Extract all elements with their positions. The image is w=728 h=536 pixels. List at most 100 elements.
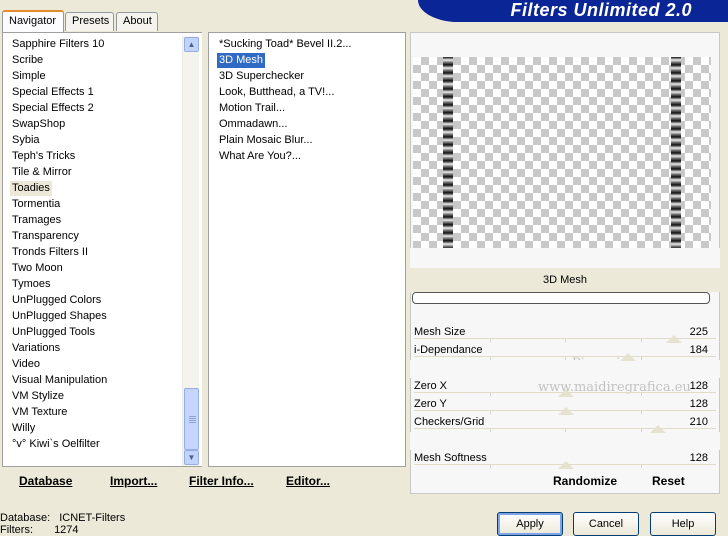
category-item[interactable]: Special Effects 1 — [10, 85, 96, 100]
slider-tick — [640, 429, 642, 432]
parameter-spacer — [410, 360, 720, 378]
help-button[interactable]: Help — [650, 512, 716, 536]
category-item[interactable]: Willy — [10, 421, 37, 436]
category-list: Sapphire Filters 10 Scribe Simple Special E… — [2, 32, 202, 467]
param-row[interactable]: i-Dependance 184 — [410, 342, 720, 361]
category-item[interactable]: Simple — [10, 69, 48, 84]
category-item[interactable]: Video — [10, 357, 42, 372]
category-item[interactable]: Variations — [10, 341, 62, 356]
status-database: Database: ICNET-Filters — [0, 512, 125, 524]
param-row[interactable]: Zero X 128 — [410, 378, 720, 397]
param-row[interactable]: Mesh Size 225 — [410, 324, 720, 343]
preview-image — [413, 57, 711, 248]
param-label: Zero X — [414, 380, 448, 392]
tab-about[interactable]: About — [116, 12, 158, 31]
tab-navigator[interactable]: Navigator — [2, 10, 64, 32]
param-row[interactable]: Zero Y 128 — [410, 396, 720, 415]
param-slider-thumb[interactable] — [649, 425, 666, 433]
editor-button[interactable]: Editor... — [286, 474, 330, 488]
category-item[interactable]: VM Stylize — [10, 389, 66, 404]
param-value: 210 — [689, 416, 708, 428]
import-button[interactable]: Import... — [110, 474, 157, 488]
category-item[interactable]: Special Effects 2 — [10, 101, 96, 116]
category-item[interactable]: Two Moon — [10, 261, 65, 276]
param-row[interactable]: Checkers/Grid 210 — [410, 414, 720, 433]
category-item[interactable]: °v° Kiwi`s Oelfilter — [10, 437, 102, 452]
category-item[interactable]: Teph's Tricks — [10, 149, 77, 164]
database-button[interactable]: Database — [19, 474, 72, 488]
filter-info-button[interactable]: Filter Info... — [189, 474, 254, 488]
apply-button[interactable]: Apply — [497, 512, 563, 536]
status-database-label: Database: — [0, 512, 51, 524]
category-item[interactable]: Toadies — [10, 181, 52, 196]
slider-tick — [489, 357, 491, 360]
param-value: 225 — [689, 326, 708, 338]
category-item[interactable]: SwapShop — [10, 117, 67, 132]
randomize-button[interactable]: Randomize — [553, 474, 617, 488]
slider-tick — [640, 465, 642, 468]
filter-name-label: 3D Mesh — [410, 268, 720, 292]
status-filters-label: Filters: — [0, 524, 33, 536]
category-item[interactable]: Sybia — [10, 133, 42, 148]
category-item[interactable]: UnPlugged Tools — [10, 325, 97, 340]
param-label: Mesh Size — [414, 326, 466, 338]
app-title: Filters Unlimited 2.0 — [510, 0, 692, 20]
cancel-button[interactable]: Cancel — [573, 512, 639, 536]
param-label: Zero Y — [414, 398, 447, 410]
filter-item[interactable]: Look, Butthead, a TV!... — [217, 85, 336, 100]
param-label: Checkers/Grid — [414, 416, 485, 428]
filter-item[interactable]: Plain Mosaic Blur... — [217, 133, 315, 148]
mesh-bar-right — [671, 57, 681, 248]
category-item[interactable]: VM Texture — [10, 405, 69, 420]
category-item[interactable]: Transparency — [10, 229, 81, 244]
parameter-spacer — [410, 432, 720, 450]
category-item[interactable]: Sapphire Filters 10 — [10, 37, 106, 52]
scroll-thumb[interactable] — [184, 388, 199, 450]
preview-strip — [410, 248, 720, 268]
title-banner: Filters Unlimited 2.0 — [418, 0, 728, 22]
reset-button[interactable]: Reset — [652, 474, 685, 488]
param-slider-track[interactable] — [414, 353, 716, 361]
slider-tick — [489, 465, 491, 468]
param-value: 128 — [689, 398, 708, 410]
category-item[interactable]: Tronds Filters II — [10, 245, 90, 260]
param-slider-track[interactable] — [414, 425, 716, 433]
param-value: 184 — [689, 344, 708, 356]
category-item[interactable]: UnPlugged Colors — [10, 293, 103, 308]
param-value: 128 — [689, 380, 708, 392]
filter-item[interactable]: Ommadawn... — [217, 117, 289, 132]
filter-list: *Sucking Toad* Bevel II.2... 3D Mesh 3D Su… — [208, 32, 406, 467]
category-item[interactable]: Tile & Mirror — [10, 165, 73, 180]
scroll-down-button[interactable]: ▼ — [184, 450, 199, 465]
param-label: i-Dependance — [414, 344, 483, 356]
slider-tick — [565, 429, 566, 432]
status-filters: Filters: 1274 — [0, 524, 79, 536]
progress-bar — [412, 292, 710, 304]
category-item[interactable]: Visual Manipulation — [10, 373, 109, 388]
param-row[interactable]: Mesh Softness 128 — [410, 450, 720, 469]
category-item[interactable]: Tormentia — [10, 197, 62, 212]
param-label: Mesh Softness — [414, 452, 487, 464]
param-slider-thumb[interactable] — [557, 461, 574, 469]
category-scrollbar[interactable]: ▲ ▼ — [182, 36, 199, 466]
category-item[interactable]: Tymoes — [10, 277, 53, 292]
status-database-value: ICNET-Filters — [59, 512, 126, 524]
scroll-up-button[interactable]: ▲ — [184, 37, 199, 52]
mesh-bar-left — [443, 57, 453, 248]
filter-item[interactable]: 3D Mesh — [217, 53, 266, 68]
filter-item[interactable]: 3D Superchecker — [217, 69, 306, 84]
param-slider-thumb[interactable] — [620, 353, 637, 361]
tab-presets[interactable]: Presets — [65, 12, 114, 31]
slider-tick — [489, 429, 491, 432]
slider-tick — [640, 357, 642, 360]
filter-item[interactable]: *Sucking Toad* Bevel II.2... — [217, 37, 354, 52]
category-item[interactable]: UnPlugged Shapes — [10, 309, 109, 324]
status-filters-value: 1274 — [54, 524, 79, 536]
category-item[interactable]: Tramages — [10, 213, 63, 228]
param-value: 128 — [689, 452, 708, 464]
category-item[interactable]: Scribe — [10, 53, 45, 68]
slider-tick — [565, 357, 566, 360]
filter-item[interactable]: Motion Trail... — [217, 101, 287, 116]
filter-item[interactable]: What Are You?... — [217, 149, 303, 164]
param-slider-track[interactable] — [414, 461, 716, 469]
